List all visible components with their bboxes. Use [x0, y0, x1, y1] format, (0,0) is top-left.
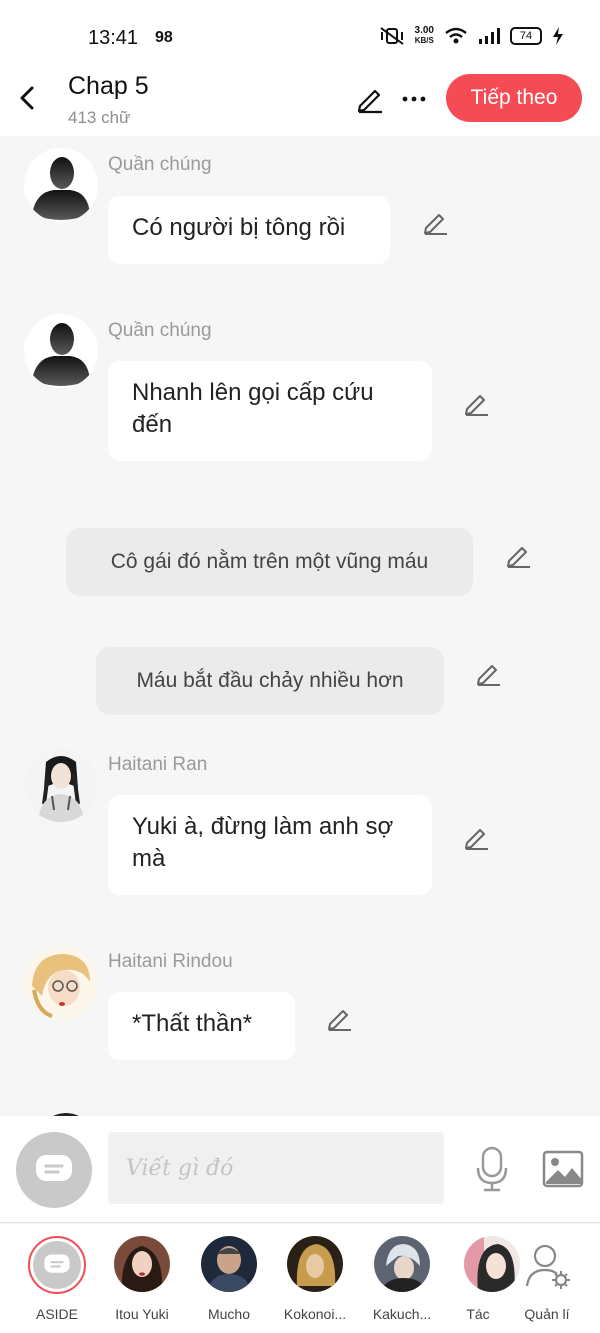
- net-speed-value: 3.00: [414, 25, 434, 36]
- next-chapter-button[interactable]: Tiếp theo: [446, 74, 582, 122]
- character-portrait-icon: [24, 748, 98, 822]
- battery-icon: 74: [510, 27, 542, 45]
- manage-characters-button[interactable]: Quản lí: [504, 1236, 590, 1322]
- character-mucho[interactable]: Mucho: [186, 1236, 272, 1322]
- character-avatar: [114, 1236, 170, 1292]
- character-name: Mucho: [207, 1306, 251, 1322]
- edit-message-icon[interactable]: [422, 208, 450, 236]
- chat-area[interactable]: Quần chúng Có người bị tông rồi Quần chú…: [0, 136, 600, 1116]
- avatar-haitani-ran[interactable]: [24, 748, 98, 822]
- character-avatar: [374, 1236, 430, 1292]
- sender-name: Haitani Rindou: [108, 951, 233, 972]
- sender-name: Quần chúng: [108, 320, 212, 341]
- status-time: 13:41: [88, 27, 139, 49]
- character-portrait-icon: [24, 946, 98, 1020]
- silhouette-icon: [24, 148, 98, 222]
- wifi-icon: [445, 27, 467, 44]
- word-count: 413 chữ: [68, 108, 131, 127]
- character-name: Quản lí: [524, 1306, 570, 1322]
- aside-avatar: [28, 1236, 86, 1294]
- avatar-silhouette[interactable]: [24, 314, 98, 388]
- character-name: Kakuch...: [372, 1306, 432, 1322]
- narration-bubble[interactable]: Máu bắt đầu chảy nhiều hơn: [96, 647, 444, 715]
- status-bar: 13:41 98 3.00 KB/S 74: [0, 0, 600, 70]
- sender-name: Quần chúng: [108, 154, 212, 175]
- character-name: Itou Yuki: [115, 1306, 169, 1322]
- character-kokonoi[interactable]: Kokonoi...: [272, 1236, 358, 1322]
- microphone-icon[interactable]: [474, 1146, 510, 1192]
- message-bubble[interactable]: Có người bị tông rồi: [108, 196, 390, 264]
- chat-bubble-icon: [44, 1254, 70, 1273]
- character-avatar: [201, 1236, 257, 1292]
- edit-message-icon[interactable]: [463, 823, 491, 851]
- status-icons: 3.00 KB/S 74: [379, 26, 564, 46]
- message-bubble[interactable]: *Thất thần*: [108, 992, 295, 1060]
- character-aside[interactable]: ASIDE: [14, 1236, 100, 1322]
- character-name: Kokonoi...: [283, 1306, 347, 1322]
- narration-bubble[interactable]: Cô gái đó nằm trên một vũng máu: [66, 528, 473, 596]
- edit-message-icon[interactable]: [463, 389, 491, 417]
- chat-bubble-icon: [36, 1155, 72, 1181]
- avatar-haitani-rindou[interactable]: [24, 946, 98, 1020]
- silhouette-icon: [24, 314, 98, 388]
- edit-icon[interactable]: [355, 84, 385, 114]
- chapter-title: Chap 5: [68, 72, 149, 100]
- character-itou-yuki[interactable]: Itou Yuki: [99, 1236, 185, 1322]
- signal-icon: [479, 28, 500, 44]
- net-speed-unit: KB/S: [414, 36, 434, 45]
- message-input[interactable]: [108, 1132, 444, 1204]
- character-avatar: [287, 1236, 343, 1292]
- chapter-header: Chap 5 413 chữ Tiếp theo: [0, 70, 600, 136]
- message-bubble[interactable]: Yuki à, đừng làm anh sợ mà: [108, 795, 432, 895]
- sender-name: Haitani Ran: [108, 754, 208, 775]
- image-icon[interactable]: [542, 1150, 584, 1188]
- more-icon[interactable]: [400, 84, 428, 114]
- net-speed: 3.00 KB/S: [415, 26, 434, 46]
- message-bubble[interactable]: Nhanh lên gọi cấp cứu đến: [108, 361, 432, 461]
- vibrate-mute-icon: [379, 27, 404, 45]
- aside-toggle-button[interactable]: [16, 1132, 92, 1208]
- avatar-silhouette[interactable]: [24, 148, 98, 222]
- edit-message-icon[interactable]: [475, 659, 503, 687]
- composer-bar: [0, 1116, 600, 1223]
- user-settings-icon: [525, 1244, 570, 1289]
- status-indicator: 98: [155, 29, 173, 46]
- edit-message-icon[interactable]: [326, 1004, 354, 1032]
- edit-message-icon[interactable]: [505, 541, 533, 569]
- character-bar: ASIDE Itou Yuki Mucho Kokonoi... Kakuch.…: [0, 1224, 600, 1333]
- charging-icon: [553, 27, 563, 45]
- character-name: ASIDE: [35, 1306, 78, 1322]
- character-kakucho[interactable]: Kakuch...: [359, 1236, 445, 1322]
- back-icon[interactable]: [14, 80, 42, 116]
